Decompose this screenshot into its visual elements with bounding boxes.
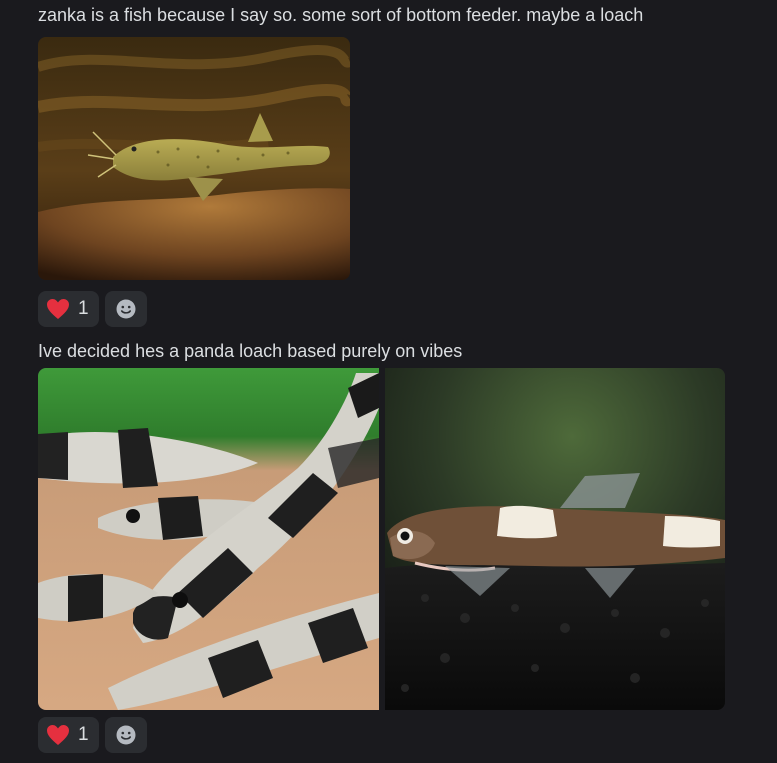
- add-reaction-button-1[interactable]: [104, 291, 147, 327]
- smile-icon: [116, 725, 136, 745]
- add-reaction-button-2[interactable]: [104, 717, 147, 753]
- reactions-bar-1: 1: [38, 291, 147, 327]
- reaction-heart-1[interactable]: 1: [38, 291, 99, 327]
- image-attachment-panda-loach-group[interactable]: [38, 368, 379, 710]
- image-attachment-panda-loach-single[interactable]: [385, 368, 725, 710]
- heart-icon: [47, 725, 69, 745]
- loach-photo: [38, 37, 350, 280]
- smile-icon: [116, 299, 136, 319]
- image-attachment-loach[interactable]: [38, 37, 350, 280]
- reaction-count: 1: [78, 724, 89, 745]
- heart-icon: [47, 299, 69, 319]
- reactions-bar-2: 1: [38, 717, 147, 753]
- panda-loach-single-photo: [385, 368, 725, 710]
- panda-loach-group-photo: [38, 368, 379, 710]
- reaction-count: 1: [78, 298, 89, 319]
- message-text-2: Ive decided hes a panda loach based pure…: [38, 341, 463, 361]
- reaction-heart-2[interactable]: 1: [38, 717, 99, 753]
- message-text-1: zanka is a fish because I say so. some s…: [38, 5, 644, 25]
